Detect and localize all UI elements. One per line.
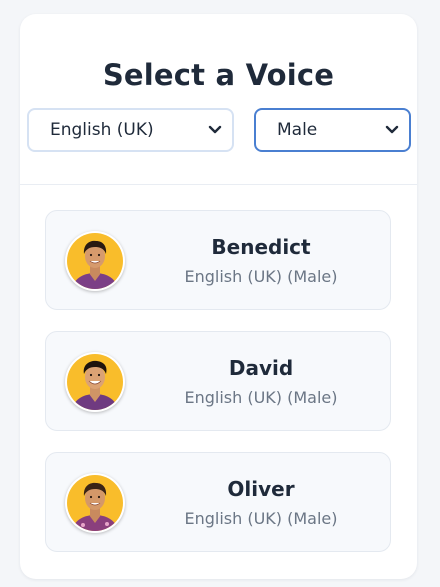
- person-avatar-icon: [67, 233, 123, 289]
- voice-selector-panel: Select a Voice English (UK) Male Benedic…: [20, 14, 417, 579]
- voice-name: Benedict: [211, 235, 311, 259]
- chevron-down-icon: [385, 125, 399, 134]
- chevron-down-icon: [208, 125, 222, 134]
- page-title: Select a Voice: [102, 58, 335, 92]
- divider: [20, 184, 417, 185]
- voice-description: English (UK) (Male): [184, 509, 338, 528]
- avatar: [65, 473, 125, 533]
- person-avatar-icon: [67, 475, 123, 531]
- voice-description: English (UK) (Male): [184, 267, 338, 286]
- avatar: [65, 231, 125, 291]
- avatar: [65, 352, 125, 412]
- gender-select[interactable]: Male: [254, 108, 411, 152]
- person-avatar-icon: [67, 354, 123, 410]
- voice-card-benedict[interactable]: Benedict English (UK) (Male): [45, 210, 391, 310]
- voice-name: David: [228, 356, 294, 380]
- voice-card-david[interactable]: David English (UK) (Male): [45, 331, 391, 431]
- voice-name: Oliver: [227, 477, 295, 501]
- gender-select-value: Male: [277, 120, 318, 140]
- language-select[interactable]: English (UK): [27, 108, 234, 152]
- voice-description: English (UK) (Male): [184, 388, 338, 407]
- voice-card-oliver[interactable]: Oliver English (UK) (Male): [45, 452, 391, 552]
- language-select-value: English (UK): [50, 120, 154, 140]
